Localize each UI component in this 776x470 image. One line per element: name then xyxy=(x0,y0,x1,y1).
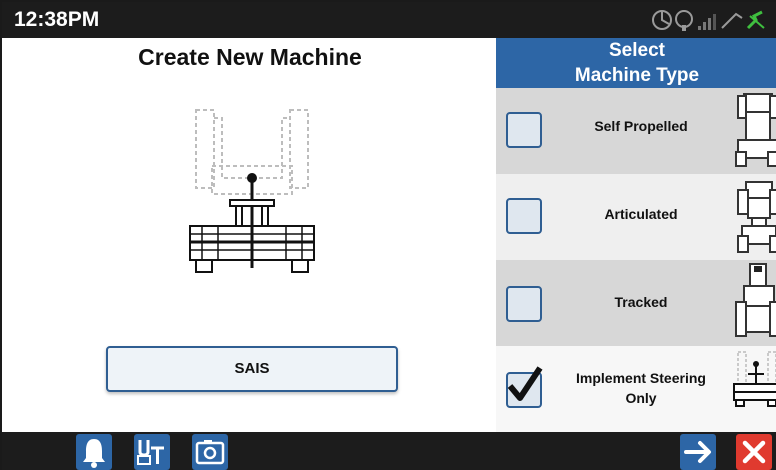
arrow-right-icon xyxy=(684,441,711,463)
machine-type-articulated[interactable]: Articulated xyxy=(496,174,776,260)
checkmark-icon xyxy=(507,366,543,401)
clock: 12:38PM xyxy=(14,8,100,31)
status-bar: 12:38PM xyxy=(2,2,776,38)
selected-machine-button[interactable]: SAIS xyxy=(106,346,398,392)
connection-icon xyxy=(746,10,765,30)
bell-icon xyxy=(83,439,105,468)
close-icon xyxy=(742,440,766,464)
tracked-machine-icon xyxy=(735,263,776,337)
implement-machine-icon xyxy=(733,351,776,407)
antenna-icon xyxy=(721,12,743,29)
status-icons xyxy=(652,10,765,31)
articulated-machine-icon xyxy=(737,181,776,253)
universal-terminal-icon xyxy=(137,440,164,465)
machine-type-label: Articulated xyxy=(604,206,678,222)
cancel-button[interactable] xyxy=(736,434,772,470)
select-machine-type-header: Select Machine Type xyxy=(496,38,776,88)
next-button[interactable] xyxy=(680,434,716,470)
camera-icon xyxy=(195,440,225,465)
self-propelled-machine-icon xyxy=(735,93,776,167)
articulated-checkbox[interactable] xyxy=(506,198,542,234)
implement-steering-machine-icon xyxy=(189,109,315,273)
label-line-2: Only xyxy=(625,390,657,406)
header-line-1: Select xyxy=(609,40,665,61)
header-line-2: Machine Type xyxy=(574,65,700,86)
display-frame: 12:38PM Create New Machine SAIS Select M… xyxy=(0,0,776,470)
machine-type-label: Self Propelled xyxy=(594,118,688,134)
page-title: Create New Machine xyxy=(138,44,362,70)
machine-type-label: Tracked xyxy=(614,294,668,310)
gps-icon xyxy=(652,10,672,30)
machine-type-self-propelled[interactable]: Self Propelled xyxy=(496,88,776,174)
info-icon xyxy=(675,10,693,31)
machine-type-tracked[interactable]: Tracked xyxy=(496,260,776,346)
signal-bars-icon xyxy=(698,14,716,30)
bottom-toolbar xyxy=(2,432,776,470)
machine-type-implement-steering-only[interactable]: Implement Steering Only xyxy=(496,346,776,432)
machine-type-list: Self Propelled Articulated Tracked Imple… xyxy=(496,88,776,432)
machine-type-label: Implement Steering Only xyxy=(556,368,726,408)
screenshot-button[interactable] xyxy=(192,434,228,470)
self-propelled-checkbox[interactable] xyxy=(506,112,542,148)
tracked-checkbox[interactable] xyxy=(506,286,542,322)
universal-terminal-button[interactable] xyxy=(134,434,170,470)
label-line-1: Implement Steering xyxy=(576,370,706,386)
alerts-button[interactable] xyxy=(76,434,112,470)
implement-steering-checkbox[interactable] xyxy=(506,366,543,408)
